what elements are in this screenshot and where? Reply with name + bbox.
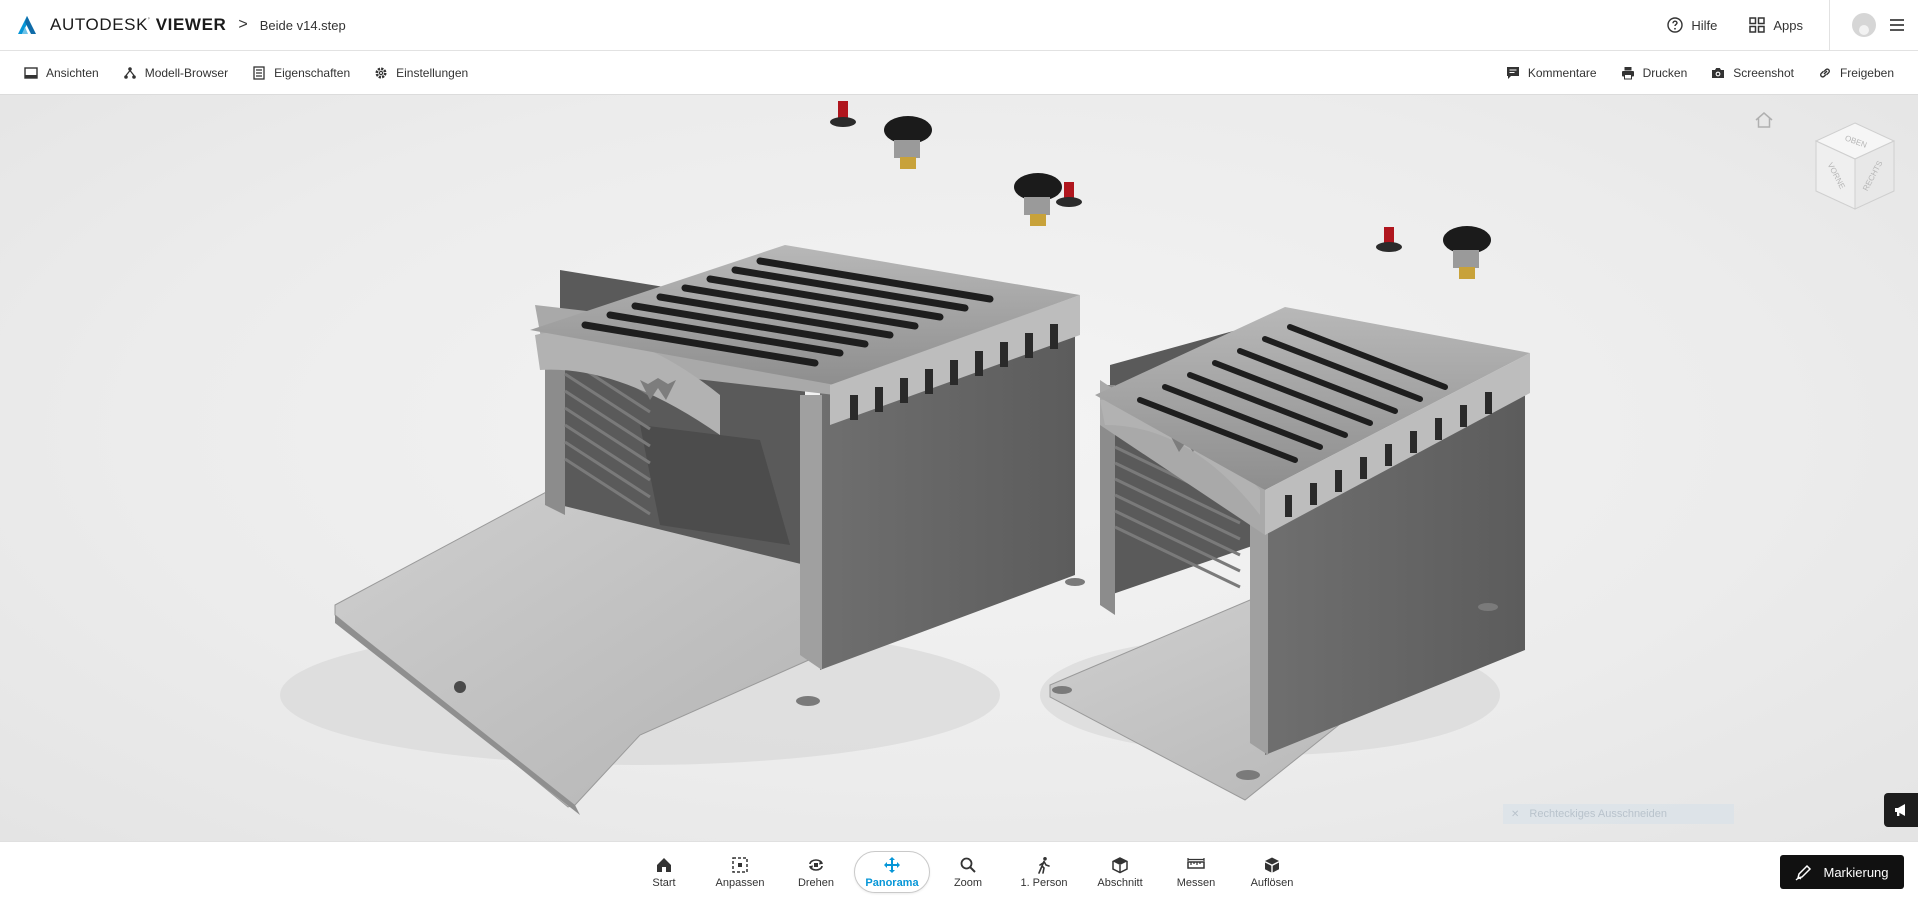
- link-icon: [1820, 67, 1830, 78]
- crop-hint-label: Rechteckiges Ausschneiden: [1529, 808, 1667, 820]
- section-icon: [1112, 856, 1128, 873]
- camera-icon: [1712, 67, 1725, 78]
- settings-label: Einstellungen: [396, 65, 469, 80]
- 3d-model-render[interactable]: [0, 95, 1918, 841]
- settings-button[interactable]: Einstellungen: [362, 51, 480, 95]
- orbit-icon: [809, 858, 823, 871]
- header-divider: [1829, 0, 1830, 51]
- markup-button[interactable]: Markierung: [1780, 855, 1904, 889]
- comments-label: Kommentare: [1527, 65, 1597, 80]
- file-name: Beide v14.step: [259, 17, 346, 33]
- tool-label: Messen: [1176, 876, 1216, 889]
- tool-zoom[interactable]: Zoom: [930, 851, 1006, 893]
- tool-label: Zoom: [953, 876, 983, 889]
- gear-icon: [375, 67, 387, 78]
- close-icon[interactable]: ✕: [1511, 809, 1519, 820]
- screenshot-label: Screenshot: [1733, 65, 1794, 80]
- tool-label: Auflösen: [1250, 876, 1294, 889]
- app-header: AUTODESK’ VIEWER > Beide v14.step Hilfe …: [0, 0, 1918, 51]
- tool-label: Abschnitt: [1097, 876, 1143, 889]
- bottom-toolbar: Start Anpassen Drehen Panorama Zoom 1. P…: [0, 841, 1918, 901]
- tool-measure[interactable]: Messen: [1158, 851, 1234, 893]
- pen-icon: [1796, 864, 1812, 881]
- tool-section[interactable]: Abschnitt: [1082, 851, 1158, 893]
- share-label: Freigeben: [1839, 65, 1894, 80]
- comments-button[interactable]: Kommentare: [1494, 51, 1609, 95]
- properties-icon: [253, 65, 265, 80]
- tool-label: 1. Person: [1020, 876, 1068, 889]
- explode-icon: [1265, 857, 1279, 872]
- tool-label: Start: [652, 876, 676, 889]
- apps-label: Apps: [1773, 17, 1803, 33]
- print-icon: [1621, 66, 1634, 79]
- tool-pan[interactable]: Panorama: [854, 851, 930, 893]
- views-button[interactable]: Ansichten: [12, 51, 111, 95]
- tool-label: Anpassen: [715, 876, 765, 889]
- crop-hint-banner[interactable]: ✕ Rechteckiges Ausschneiden: [1503, 804, 1734, 824]
- 3d-viewport[interactable]: OBEN VORNE RECHTS ✕ Rechteckiges Ausschn…: [0, 95, 1918, 841]
- tool-label: Panorama: [865, 876, 919, 889]
- autodesk-logo-icon: [18, 16, 36, 34]
- share-button[interactable]: Freigeben: [1806, 51, 1906, 95]
- zoom-icon: [960, 857, 976, 873]
- user-avatar[interactable]: [1852, 13, 1876, 37]
- brand-name: AUTODESK’ VIEWER: [50, 15, 227, 34]
- tool-start[interactable]: Start: [626, 851, 702, 893]
- help-label: Hilfe: [1691, 17, 1718, 33]
- views-icon: [24, 66, 38, 79]
- properties-button[interactable]: Eigenschaften: [240, 51, 362, 95]
- tool-fit[interactable]: Anpassen: [702, 851, 778, 893]
- properties-label: Eigenschaften: [274, 65, 351, 80]
- autodesk-logo[interactable]: AUTODESK’ VIEWER: [16, 0, 226, 51]
- fit-icon: [732, 856, 748, 873]
- viewcube[interactable]: OBEN VORNE RECHTS: [1812, 119, 1898, 215]
- apps-button[interactable]: Apps: [1733, 0, 1819, 51]
- model-browser-label: Modell-Browser: [144, 65, 229, 80]
- megaphone-icon: [1895, 804, 1905, 816]
- tool-orbit[interactable]: Drehen: [778, 851, 854, 893]
- measure-icon: [1187, 857, 1205, 869]
- home-view-icon[interactable]: [1753, 109, 1775, 131]
- print-button[interactable]: Drucken: [1609, 51, 1700, 95]
- comment-icon: [1506, 66, 1519, 79]
- hamburger-menu-icon[interactable]: [1890, 19, 1904, 31]
- screenshot-button[interactable]: Screenshot: [1699, 51, 1806, 95]
- help-button[interactable]: Hilfe: [1651, 0, 1733, 51]
- print-label: Drucken: [1642, 65, 1688, 80]
- help-icon: [1667, 17, 1684, 33]
- feedback-button[interactable]: [1884, 793, 1918, 827]
- home-icon: [657, 857, 671, 872]
- pan-icon: [884, 856, 900, 873]
- views-label: Ansichten: [46, 65, 99, 80]
- tool-label: Drehen: [797, 876, 835, 889]
- viewer-toolbar: Ansichten Modell-Browser Eigenschaften E…: [0, 51, 1918, 95]
- markup-label: Markierung: [1823, 864, 1889, 880]
- walk-icon: [1038, 856, 1050, 874]
- tool-explode[interactable]: Auflösen: [1234, 851, 1310, 893]
- model-tree-icon: [123, 66, 136, 79]
- model-browser-button[interactable]: Modell-Browser: [111, 51, 240, 95]
- tool-first-person[interactable]: 1. Person: [1006, 851, 1082, 893]
- breadcrumb-separator: >: [238, 16, 248, 33]
- apps-grid-icon: [1749, 17, 1766, 33]
